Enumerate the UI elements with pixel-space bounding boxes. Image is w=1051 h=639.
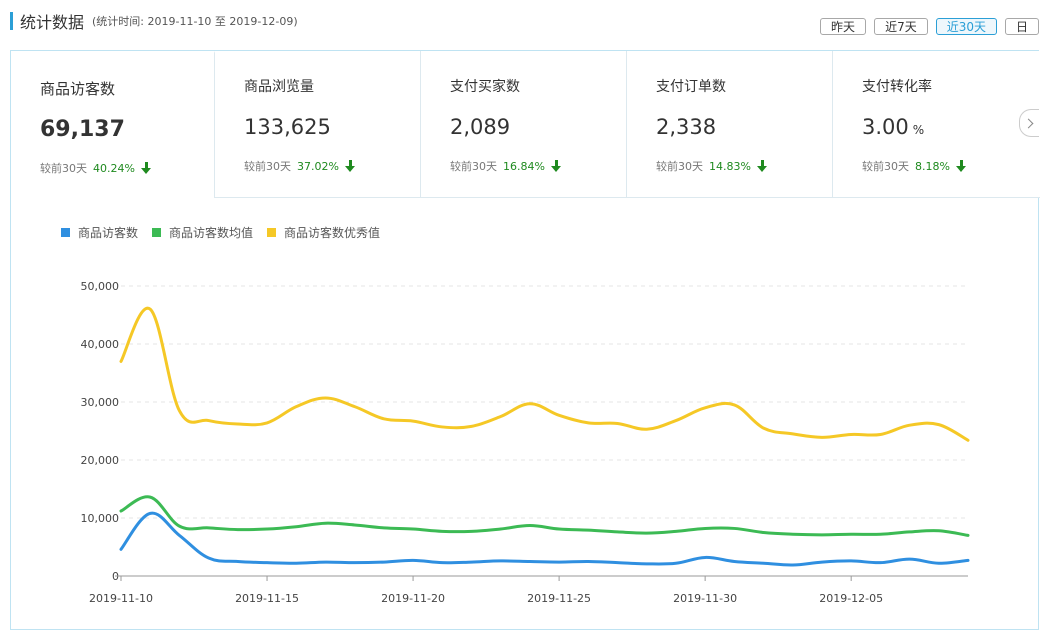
x-tick-label: 2019-11-20 xyxy=(381,592,445,605)
range-button-30days[interactable]: 近30天 xyxy=(935,18,997,35)
x-tick-label: 2019-11-10 xyxy=(89,592,153,605)
x-tick-label: 2019-11-30 xyxy=(673,592,737,605)
series-line-excellent xyxy=(119,306,970,442)
header: 统计数据 (统计时间: 2019-11-10 至 2019-12-09) 昨天 … xyxy=(0,0,1051,44)
range-buttons: 昨天 近7天 近30天 日 xyxy=(820,18,1039,35)
line-chart: 010,00020,00030,00040,00050,0002019-11-1… xyxy=(81,280,970,605)
range-button-7days[interactable]: 近7天 xyxy=(874,18,928,35)
page-title: 统计数据 xyxy=(20,13,85,32)
series-line-visitors xyxy=(119,511,970,567)
y-tick-label: 30,000 xyxy=(81,396,120,409)
range-button-yesterday[interactable]: 昨天 xyxy=(820,18,867,35)
series-line-average xyxy=(119,495,970,537)
y-tick-label: 40,000 xyxy=(81,338,120,351)
y-tick-label: 50,000 xyxy=(81,280,120,293)
stats-panel: 商品访客数 69,137 较前30天 40.24% 商品浏览量 133,625 较… xyxy=(10,50,1040,630)
x-tick-label: 2019-11-15 xyxy=(235,592,299,605)
x-tick-label: 2019-12-05 xyxy=(819,592,883,605)
y-tick-label: 20,000 xyxy=(81,454,120,467)
x-tick-label: 2019-11-25 xyxy=(527,592,591,605)
stats-period: (统计时间: 2019-11-10 至 2019-12-09) xyxy=(92,15,298,28)
range-button-day[interactable]: 日 xyxy=(1004,18,1039,35)
y-tick-label: 10,000 xyxy=(81,512,120,525)
title-accent-bar xyxy=(10,12,13,30)
